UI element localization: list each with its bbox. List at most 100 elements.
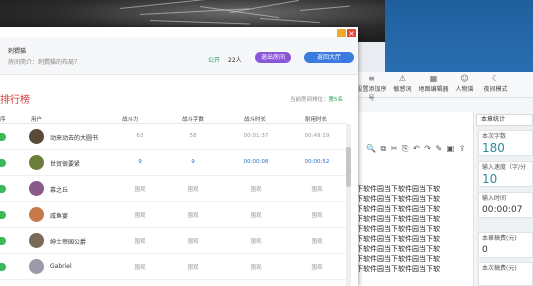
rank-badge <box>0 237 6 245</box>
text-line: 下软件园当下软件园当下软 <box>356 185 440 193</box>
text-line: 下软件园当下软件园当下软 <box>356 205 440 213</box>
col-rank: 序 <box>0 117 6 123</box>
table-cell: 围观 <box>134 239 146 245</box>
table-row[interactable]: 慕之丘 围观 围观 围观 围观 <box>0 177 346 202</box>
room-intro: 房间简介：刺猬猫的布局？ <box>8 59 81 66</box>
room-visibility: 公开 <box>208 57 221 64</box>
editor-toolbar: ≡ 设置添加序号 ⚠ 敏感词 ▦ 地图编辑器 ☺ 人物谱 ☾ 夜间模式 <box>356 72 533 102</box>
avatar[interactable] <box>29 259 44 274</box>
table-cell: 00:49:19 <box>304 133 330 139</box>
editor-format-toolbar[interactable]: 🔍 ⧉ ✂ ⎘ ↶ ↷ ✎ ▣ ⇪ <box>366 144 484 156</box>
table-cell: 围观 <box>187 213 199 219</box>
map-icon: ▦ <box>429 74 438 83</box>
table-row[interactable]: 绅士帝国公爵 围观 围观 围观 围观 <box>0 229 346 254</box>
table-cell: 围观 <box>250 187 262 193</box>
table-cell: 围观 <box>311 239 323 245</box>
table-row[interactable]: Gabriel 围观 围观 围观 围观 <box>0 255 346 280</box>
table-cell: 围观 <box>250 265 262 271</box>
table-cell: 围观 <box>250 239 262 245</box>
col-endurance-time: 耐用时长 <box>305 117 328 123</box>
stat-speed: 输入速度（字/分 10 <box>478 161 533 187</box>
toolbar-item-numbering[interactable]: ≡ 设置添加序号 <box>356 72 387 102</box>
rank-badge <box>0 159 6 167</box>
text-line: 下软件园当下软件园当下软 <box>356 265 440 273</box>
col-battle-time: 战斗时长 <box>244 117 267 123</box>
desktop-background <box>385 0 533 75</box>
table-cell: 00:01:37 <box>243 133 269 139</box>
table-cell: 00:00:08 <box>243 159 269 165</box>
col-user: 用户 <box>31 117 43 123</box>
warning-icon: ⚠ <box>398 74 407 83</box>
room-member-count: 22人 <box>228 57 242 64</box>
stat-time: 输入时间 00:00:07 <box>478 192 533 218</box>
toolbar-item-sensitive[interactable]: ⚠ 敏感词 <box>387 72 418 97</box>
table-cell: 63 <box>136 133 144 139</box>
photo-detail <box>149 20 250 25</box>
scrollbar-thumb[interactable] <box>346 147 351 187</box>
stat-session-fee: 本次稿费(元) <box>478 262 533 286</box>
text-line: 下软件园当下软件园当下软 <box>356 215 440 223</box>
tab-chapter-stats[interactable]: 本章统计 <box>476 114 533 126</box>
table-row[interactable]: 动来动去的大圆书 63 58 00:01:37 00:49:19 <box>0 125 346 150</box>
rank-badge <box>0 185 6 193</box>
col-power: 战斗力 <box>122 117 139 123</box>
avatar[interactable] <box>29 181 44 196</box>
avatar[interactable] <box>29 155 44 170</box>
table-cell: 9 <box>138 159 142 165</box>
photo-detail <box>229 0 300 13</box>
table-cell: 58 <box>189 133 197 139</box>
text-line: 下软件园当下软件园当下软 <box>356 245 440 253</box>
user-name[interactable]: Gabriel <box>50 263 72 270</box>
photo-detail <box>299 5 350 11</box>
user-name[interactable]: 慕之丘 <box>50 185 68 194</box>
rank-badge <box>0 211 6 219</box>
rank-badge <box>0 263 6 271</box>
text-line: 下软件园当下软件园当下软 <box>356 255 440 263</box>
return-hall-button[interactable]: 返回大厅 <box>304 52 354 63</box>
ranking-title: 排行榜 <box>0 95 30 106</box>
table-cell: 00:00:52 <box>304 159 330 165</box>
toolbar-item-characters[interactable]: ☺ 人物谱 <box>449 72 480 97</box>
exit-room-button[interactable]: 退出房间 <box>255 52 291 63</box>
room-name: 刺猬猫 <box>8 48 27 55</box>
table-cell: 围观 <box>187 265 199 271</box>
user-name[interactable]: 世贸很要紧 <box>50 159 80 168</box>
editor-text-content[interactable]: 下软件园当下软件园当下软 下软件园当下软件园当下软 下软件园当下软件园当下软 下软件园… <box>356 184 468 274</box>
toolbar-item-map[interactable]: ▦ 地图编辑器 <box>418 72 449 97</box>
table-cell: 9 <box>191 159 195 165</box>
stat-words: 本次字数 180 <box>478 130 533 156</box>
rank-badge <box>0 133 6 141</box>
stat-chapter-fee: 本章稿费(元) 0 <box>478 232 533 258</box>
table-cell: 围观 <box>187 187 199 193</box>
photo-detail <box>119 0 210 9</box>
room-popup: × 刺猬猫 房间简介：刺猬猫的布局？ 公开 22人 退出房间 返回大厅 排行榜 … <box>0 27 358 286</box>
table-cell: 围观 <box>250 213 262 219</box>
photo-detail <box>259 18 320 24</box>
table-cell: 围观 <box>134 265 146 271</box>
avatar[interactable] <box>29 207 44 222</box>
col-words: 战斗字数 <box>182 117 205 123</box>
avatar[interactable] <box>29 129 44 144</box>
table-cell: 围观 <box>187 239 199 245</box>
text-line: 下软件园当下软件园当下软 <box>356 195 440 203</box>
user-name[interactable]: 绅士帝国公爵 <box>50 237 86 246</box>
avatar[interactable] <box>29 233 44 248</box>
table-cell: 围观 <box>134 187 146 193</box>
table-cell: 围观 <box>134 213 146 219</box>
moon-icon: ☾ <box>491 74 500 83</box>
person-icon: ☺ <box>460 74 469 83</box>
text-line: 下软件园当下软件园当下软 <box>356 235 440 243</box>
table-row[interactable]: 咸鱼宴 围观 围观 围观 围观 <box>0 203 346 228</box>
text-line: 下软件园当下软件园当下软 <box>356 225 440 233</box>
stats-panel: 本章统计 本次字数 180 输入速度（字/分 10 输入时间 00:00:07 … <box>476 114 533 286</box>
user-name[interactable]: 动来动去的大圆书 <box>50 133 98 142</box>
table-cell: 围观 <box>311 213 323 219</box>
user-name[interactable]: 咸鱼宴 <box>50 211 68 220</box>
table-cell: 围观 <box>311 187 323 193</box>
table-row[interactable]: 世贸很要紧 9 9 00:00:08 00:00:52 <box>0 151 346 176</box>
room-header: 刺猬猫 房间简介：刺猬猫的布局？ 公开 22人 退出房间 返回大厅 <box>0 37 358 75</box>
ranking-table-header: 序 用户 战斗力 战斗字数 战斗时长 耐用时长 <box>0 112 346 124</box>
my-rank: 当前房间排位：第5名 <box>290 97 344 103</box>
toolbar-item-night-mode[interactable]: ☾ 夜间模式 <box>480 72 511 97</box>
list-icon: ≡ <box>368 74 375 83</box>
